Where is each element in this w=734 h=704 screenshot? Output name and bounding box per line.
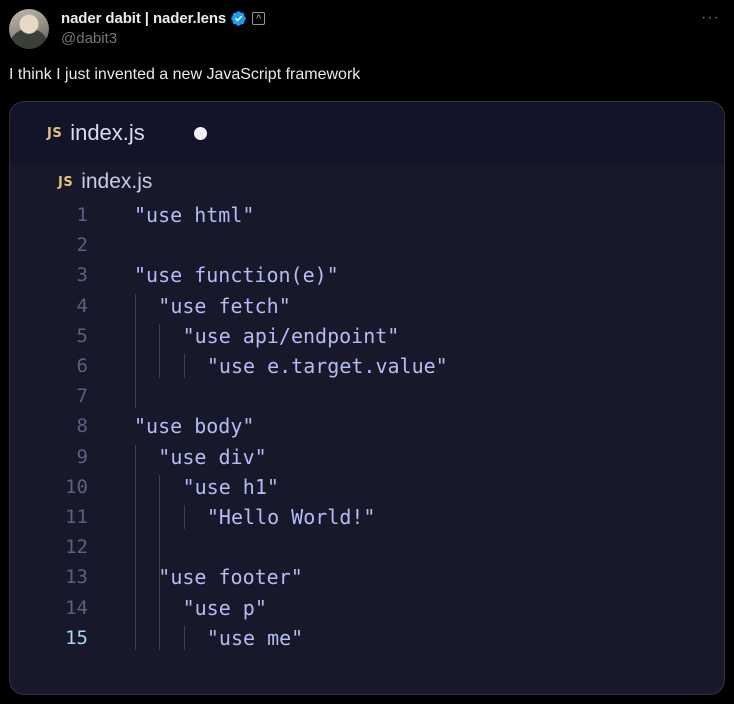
tweet-text: I think I just invented a new JavaScript… bbox=[9, 66, 361, 83]
line-number: 5 bbox=[76, 324, 88, 347]
code-text: "use body" bbox=[134, 414, 255, 439]
tab-title: index.js bbox=[70, 120, 145, 145]
code-text: "Hello World!" bbox=[206, 504, 376, 529]
code-line: 14 "use p" bbox=[10, 592, 724, 622]
tweet-header: nader dabit | nader.lens ^ @dabit3 bbox=[61, 9, 266, 47]
code-line: 3 "use function(e)" bbox=[10, 260, 724, 290]
line-number: 13 bbox=[65, 566, 88, 589]
line-number: 10 bbox=[65, 475, 88, 498]
code-line: 12 bbox=[10, 532, 724, 562]
code-line: 6 "use e.target.value" bbox=[10, 351, 724, 381]
code-line: 8 "use body" bbox=[10, 411, 724, 441]
line-number: 11 bbox=[65, 505, 88, 528]
code-text: "use e.target.value" bbox=[206, 354, 448, 379]
code-line: 9 "use div" bbox=[10, 442, 724, 472]
code-screenshot-media[interactable]: JS index.js JS index.js 1 "use html" 2 3 "us… bbox=[9, 101, 725, 695]
author-handle[interactable]: @dabit3 bbox=[61, 30, 265, 47]
code-editor: 1 "use html" 2 3 "use function(e)" 4 "use fetc… bbox=[10, 200, 724, 653]
breadcrumb-file: index.js bbox=[81, 170, 153, 193]
line-number: 9 bbox=[76, 445, 88, 468]
code-text: "use function(e)" bbox=[134, 263, 339, 288]
indent-guide bbox=[183, 354, 185, 379]
line-number: 1 bbox=[76, 204, 88, 227]
code-line: 5 "use api/endpoint" bbox=[10, 321, 724, 351]
indent-guide bbox=[183, 505, 185, 530]
line-number: 14 bbox=[65, 596, 88, 619]
line-number: 12 bbox=[65, 536, 88, 559]
code-line: 15 "use me" bbox=[10, 623, 724, 653]
line-number: 15 bbox=[65, 626, 88, 649]
code-line: 7 bbox=[10, 381, 724, 411]
code-text: "use p" bbox=[182, 595, 267, 620]
code-line: 2 bbox=[10, 230, 724, 260]
line-number: 8 bbox=[76, 415, 88, 438]
affiliate-badge-icon: ^ bbox=[252, 12, 266, 25]
indent-guide bbox=[159, 323, 161, 379]
code-text: "use api/endpoint" bbox=[182, 323, 400, 348]
line-number: 6 bbox=[76, 355, 88, 378]
more-options-icon[interactable]: ··· bbox=[701, 9, 720, 27]
tweet: nader dabit | nader.lens ^ @dabit3 ··· I… bbox=[0, 0, 734, 704]
verified-badge-icon bbox=[230, 10, 247, 27]
line-number: 7 bbox=[76, 385, 88, 408]
line-number: 3 bbox=[76, 264, 88, 287]
breadcrumb: JS index.js bbox=[58, 170, 152, 194]
code-line: 4 "use fetch" bbox=[10, 291, 724, 321]
code-text: "use fetch" bbox=[158, 293, 291, 318]
code-line: 11 "Hello World!" bbox=[10, 502, 724, 532]
avatar[interactable] bbox=[9, 9, 49, 49]
indent-guide bbox=[135, 293, 136, 409]
code-line: 1 "use html" bbox=[10, 200, 724, 230]
line-number: 2 bbox=[76, 234, 88, 257]
indent-guide bbox=[159, 474, 161, 650]
editor-tab[interactable]: JS index.js bbox=[47, 120, 145, 146]
line-number: 4 bbox=[76, 294, 88, 317]
editor-tabbar: JS index.js bbox=[10, 102, 724, 163]
indent-guide bbox=[183, 625, 185, 650]
code-text: "use footer" bbox=[158, 565, 303, 590]
code-line: 10 "use h1" bbox=[10, 472, 724, 502]
code-text: "use div" bbox=[158, 444, 267, 469]
code-text: "use html" bbox=[134, 203, 255, 228]
code-line: 13 "use footer" bbox=[10, 562, 724, 592]
js-file-icon: JS bbox=[58, 174, 74, 190]
code-text: "use h1" bbox=[182, 474, 279, 499]
name-row: nader dabit | nader.lens ^ bbox=[61, 9, 266, 28]
code-text: "use me" bbox=[206, 625, 304, 650]
author-name[interactable]: nader dabit | nader.lens bbox=[61, 10, 226, 27]
unsaved-dot-icon bbox=[194, 127, 207, 140]
indent-guide bbox=[135, 444, 136, 650]
js-file-icon: JS bbox=[47, 125, 63, 141]
